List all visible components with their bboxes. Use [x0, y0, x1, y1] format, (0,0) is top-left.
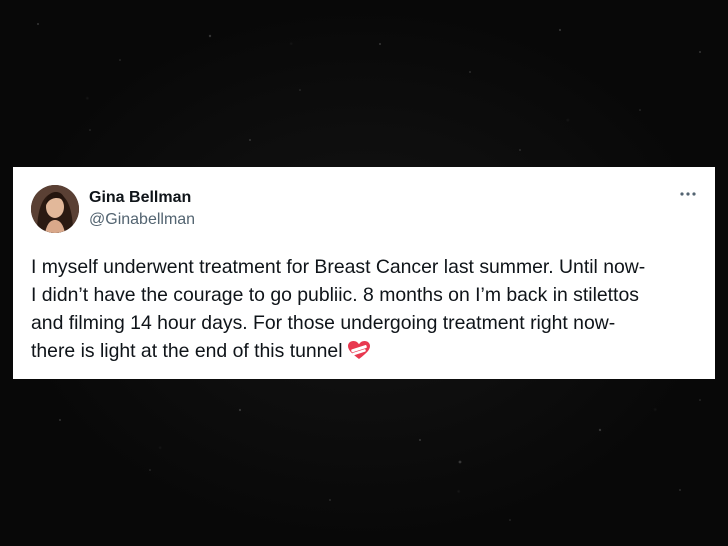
tweet-text-line: I myself underwent treatment for Breast … [31, 256, 646, 278]
more-horizontal-icon[interactable] [677, 187, 699, 201]
author-handle[interactable]: @Ginabellman [89, 210, 195, 230]
tweet-text-line: and filming 14 hour days. For those unde… [31, 312, 616, 334]
author-display-name[interactable]: Gina Bellman [89, 188, 191, 208]
tweet-text-line: I didn’t have the courage to go publiic.… [31, 284, 639, 306]
tweet-card[interactable]: Gina Bellman @Ginabellman I myself under… [13, 167, 715, 379]
mending-heart-icon [347, 341, 370, 359]
tweet-text-fragment: there is light at the end of this tunnel [31, 340, 343, 362]
tweet-text: I myself underwent treatment for Breast … [31, 253, 707, 365]
profile-photo [31, 185, 79, 233]
avatar[interactable] [31, 185, 79, 233]
tweet-text-line-last: there is light at the end of this tunnel [31, 337, 707, 365]
